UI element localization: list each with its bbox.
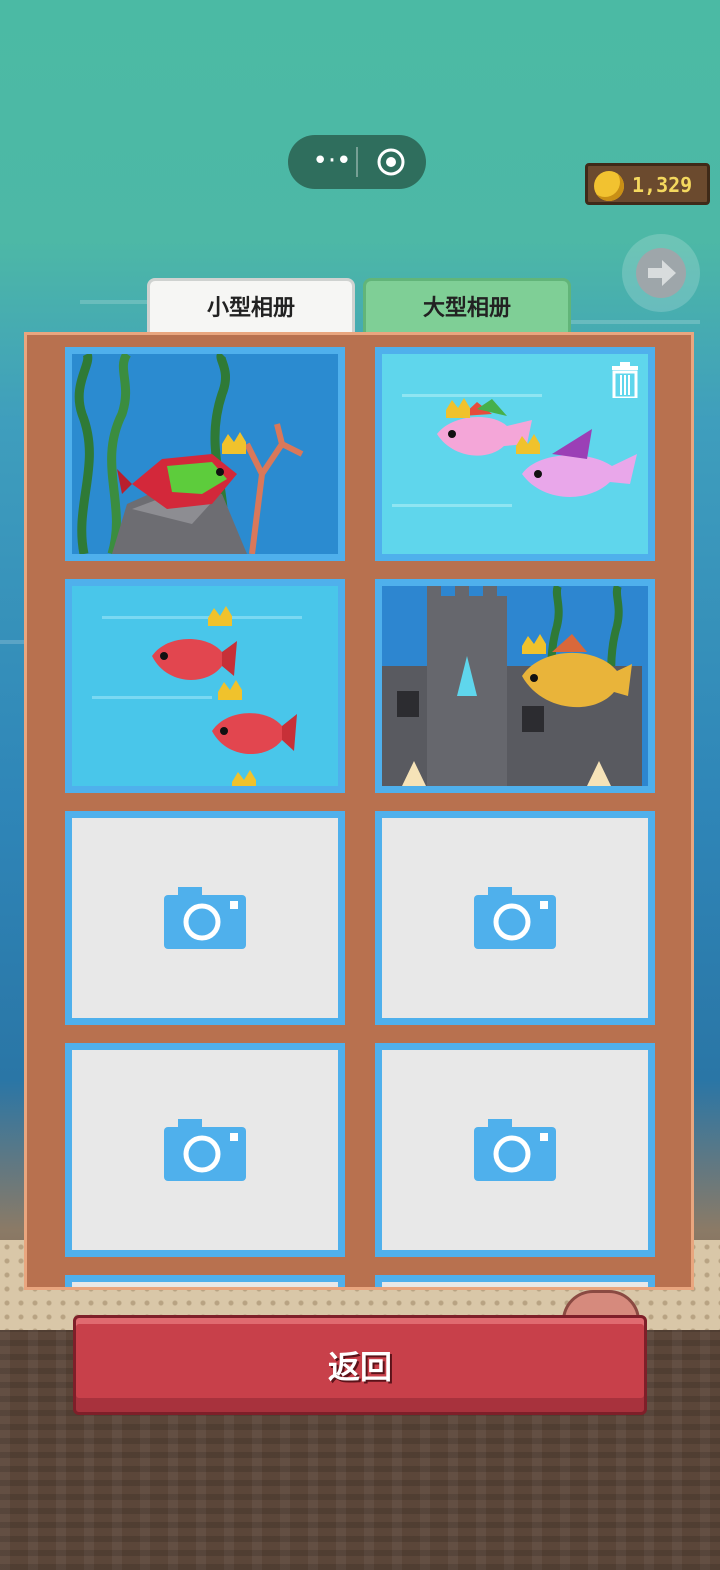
close-target-icon[interactable] [376, 147, 406, 177]
album-slot-4[interactable] [375, 579, 655, 793]
album-slot-partial[interactable] [65, 1275, 345, 1287]
next-arrow-button[interactable] [622, 234, 700, 312]
photo-seaweed-rock-fish [72, 354, 338, 554]
album-slot-6[interactable] [375, 811, 655, 1025]
back-button-label: 返回 [327, 1348, 392, 1386]
camera-icon [164, 1119, 246, 1181]
tab-large-album[interactable]: 大型相册 [363, 278, 571, 340]
water-streak [560, 320, 700, 324]
photo-two-fish-open-water [382, 354, 648, 554]
more-menu-icon[interactable]: •·• [310, 148, 354, 176]
album-slot-8[interactable] [375, 1043, 655, 1257]
trash-icon[interactable] [610, 362, 640, 398]
capsule-divider [356, 147, 358, 177]
photo-red-fish-pair [72, 586, 338, 786]
camera-icon [474, 1119, 556, 1181]
album-slot-7[interactable] [65, 1043, 345, 1257]
album-slot-3[interactable] [65, 579, 345, 793]
coin-value: 1,329 [632, 173, 693, 197]
photo-castle-goldfish [382, 586, 648, 786]
album-slot-partial[interactable] [375, 1275, 655, 1287]
back-button[interactable]: 返回 [73, 1315, 647, 1415]
album-slot-2[interactable] [375, 347, 655, 561]
album-frame [24, 332, 694, 1290]
tab-small-album[interactable]: 小型相册 [147, 278, 355, 340]
album-slot-5[interactable] [65, 811, 345, 1025]
camera-icon [164, 887, 246, 949]
arrow-right-icon [648, 260, 676, 286]
camera-icon [474, 887, 556, 949]
coin-icon [594, 171, 624, 201]
album-slot-1[interactable] [65, 347, 345, 561]
mini-program-capsule: •·• [288, 135, 426, 189]
coin-counter: 1,329 [585, 163, 710, 205]
